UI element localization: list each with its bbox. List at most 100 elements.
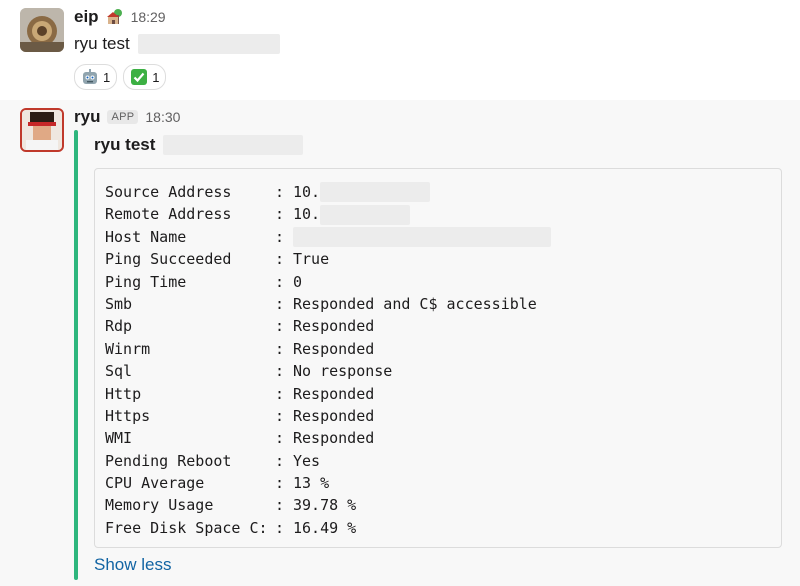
timestamp[interactable]: 18:29 xyxy=(131,9,166,25)
field-value-text: 10. xyxy=(293,183,321,201)
code-row: Rdp: Responded xyxy=(105,315,771,337)
timestamp[interactable]: 18:30 xyxy=(145,109,180,125)
field-value: Responded and C$ accessible xyxy=(293,293,537,315)
message-body: ryu test xyxy=(74,34,130,53)
field-value-text: Responded and C$ accessible xyxy=(293,294,537,313)
code-row: Remote Address:10. xyxy=(105,203,771,225)
field-value-text: Responded xyxy=(293,317,375,336)
field-key: CPU Average xyxy=(105,474,205,493)
field-value-text: Responded xyxy=(293,339,375,358)
field-key: Https xyxy=(105,406,151,425)
field-key: Http xyxy=(105,384,142,403)
code-block: Source Address:10. Remote Address:10. Host… xyxy=(94,168,782,548)
field-key: Remote Address xyxy=(105,205,232,224)
field-separator: : xyxy=(275,451,285,470)
field-separator: : xyxy=(275,518,285,537)
field-key: Ping Succeeded xyxy=(105,250,232,269)
field-value-text: 10. xyxy=(293,205,321,224)
field-separator: : xyxy=(275,227,285,246)
field-value-text: 13 % xyxy=(293,474,330,493)
field-key: Memory Usage xyxy=(105,496,214,515)
field-separator: : xyxy=(275,339,285,358)
field-value-text: Responded xyxy=(293,406,375,425)
field-separator: : xyxy=(275,317,285,336)
field-key: Source Address xyxy=(105,183,232,201)
field-value: 16.49 % xyxy=(293,517,356,539)
field-value: 13 % xyxy=(293,472,329,494)
field-value: Responded xyxy=(293,315,374,337)
code-row: CPU Average:13 % xyxy=(105,472,771,494)
field-separator: : xyxy=(275,362,285,381)
field-separator: : xyxy=(275,205,285,224)
field-separator: : xyxy=(275,429,285,448)
reaction-robot[interactable]: 1 xyxy=(74,64,118,90)
message-header: ryu APP 18:30 xyxy=(74,106,180,128)
field-value: Yes xyxy=(293,450,320,472)
field-value-text: Yes xyxy=(293,451,321,470)
code-row: WMI: Responded xyxy=(105,427,771,449)
field-value: Responded xyxy=(293,405,374,427)
check-mark-icon xyxy=(130,68,148,86)
field-separator: : xyxy=(275,474,285,493)
code-row: Smb: Responded and C$ accessible xyxy=(105,293,771,315)
username[interactable]: ryu xyxy=(74,107,100,127)
field-key: Ping Time xyxy=(105,272,187,291)
message-text: ryu test xyxy=(74,34,280,54)
field-separator: : xyxy=(275,384,285,403)
field-value: 39.78 % xyxy=(293,494,356,516)
field-separator: : xyxy=(275,250,285,269)
field-value-text: 16.49 % xyxy=(293,518,357,537)
field-value-text: True xyxy=(293,250,330,269)
field-value: True xyxy=(293,248,329,270)
field-value: 10. xyxy=(293,203,411,225)
field-key: WMI xyxy=(105,429,133,448)
field-separator: : xyxy=(275,496,285,515)
redacted-text xyxy=(137,34,280,54)
field-key: Rdp xyxy=(105,317,133,336)
code-row: Pending Reboot: Yes xyxy=(105,450,771,472)
field-key: Host Name xyxy=(105,227,187,246)
username[interactable]: eip xyxy=(74,7,99,27)
avatar-ryu[interactable] xyxy=(20,108,64,152)
field-value-text: No response xyxy=(293,362,393,381)
field-value xyxy=(293,226,551,248)
field-value-text: 39.78 % xyxy=(293,496,357,515)
code-row: Ping Time:0 xyxy=(105,271,771,293)
field-value-text: Responded xyxy=(293,429,375,448)
code-row: Http: Responded xyxy=(105,383,771,405)
attachment-title: ryu test xyxy=(94,135,304,155)
field-value-text: Responded xyxy=(293,384,375,403)
field-value: 0 xyxy=(293,271,302,293)
field-value: Responded xyxy=(293,427,374,449)
reaction-count: 1 xyxy=(152,69,160,85)
field-separator: : xyxy=(275,272,285,291)
field-separator: : xyxy=(275,294,285,313)
message-eip: eip 18:29 ryu test 1 1 xyxy=(0,0,800,100)
field-key: Smb xyxy=(105,294,133,313)
show-less-link[interactable]: Show less xyxy=(94,555,171,575)
reactions: 1 1 xyxy=(74,64,167,90)
code-row: Sql: No response xyxy=(105,360,771,382)
field-key: Free Disk Space C: xyxy=(105,518,268,537)
field-key: Winrm xyxy=(105,339,151,358)
reaction-count: 1 xyxy=(103,69,111,85)
redacted-text xyxy=(163,135,304,155)
avatar-eip[interactable] xyxy=(20,8,64,52)
field-key: Pending Reboot xyxy=(105,451,232,470)
house-tree-icon xyxy=(106,8,124,26)
message-ryu: ryu APP 18:30 ryu test Source Address:10… xyxy=(0,100,800,586)
code-row: Https: Responded xyxy=(105,405,771,427)
attachment-color-bar xyxy=(74,130,78,580)
code-row: Source Address:10. xyxy=(105,181,771,203)
code-row: Winrm: Responded xyxy=(105,338,771,360)
reaction-check[interactable]: 1 xyxy=(123,64,167,90)
attachment-title-text: ryu test xyxy=(94,135,156,154)
field-value: Responded xyxy=(293,383,374,405)
robot-icon xyxy=(81,68,99,86)
field-value-text: 0 xyxy=(293,272,303,291)
field-value: Responded xyxy=(293,338,374,360)
field-separator: : xyxy=(275,406,285,425)
field-key: Sql xyxy=(105,362,133,381)
code-row: Free Disk Space C::16.49 % xyxy=(105,517,771,539)
code-row: Memory Usage:39.78 % xyxy=(105,494,771,516)
